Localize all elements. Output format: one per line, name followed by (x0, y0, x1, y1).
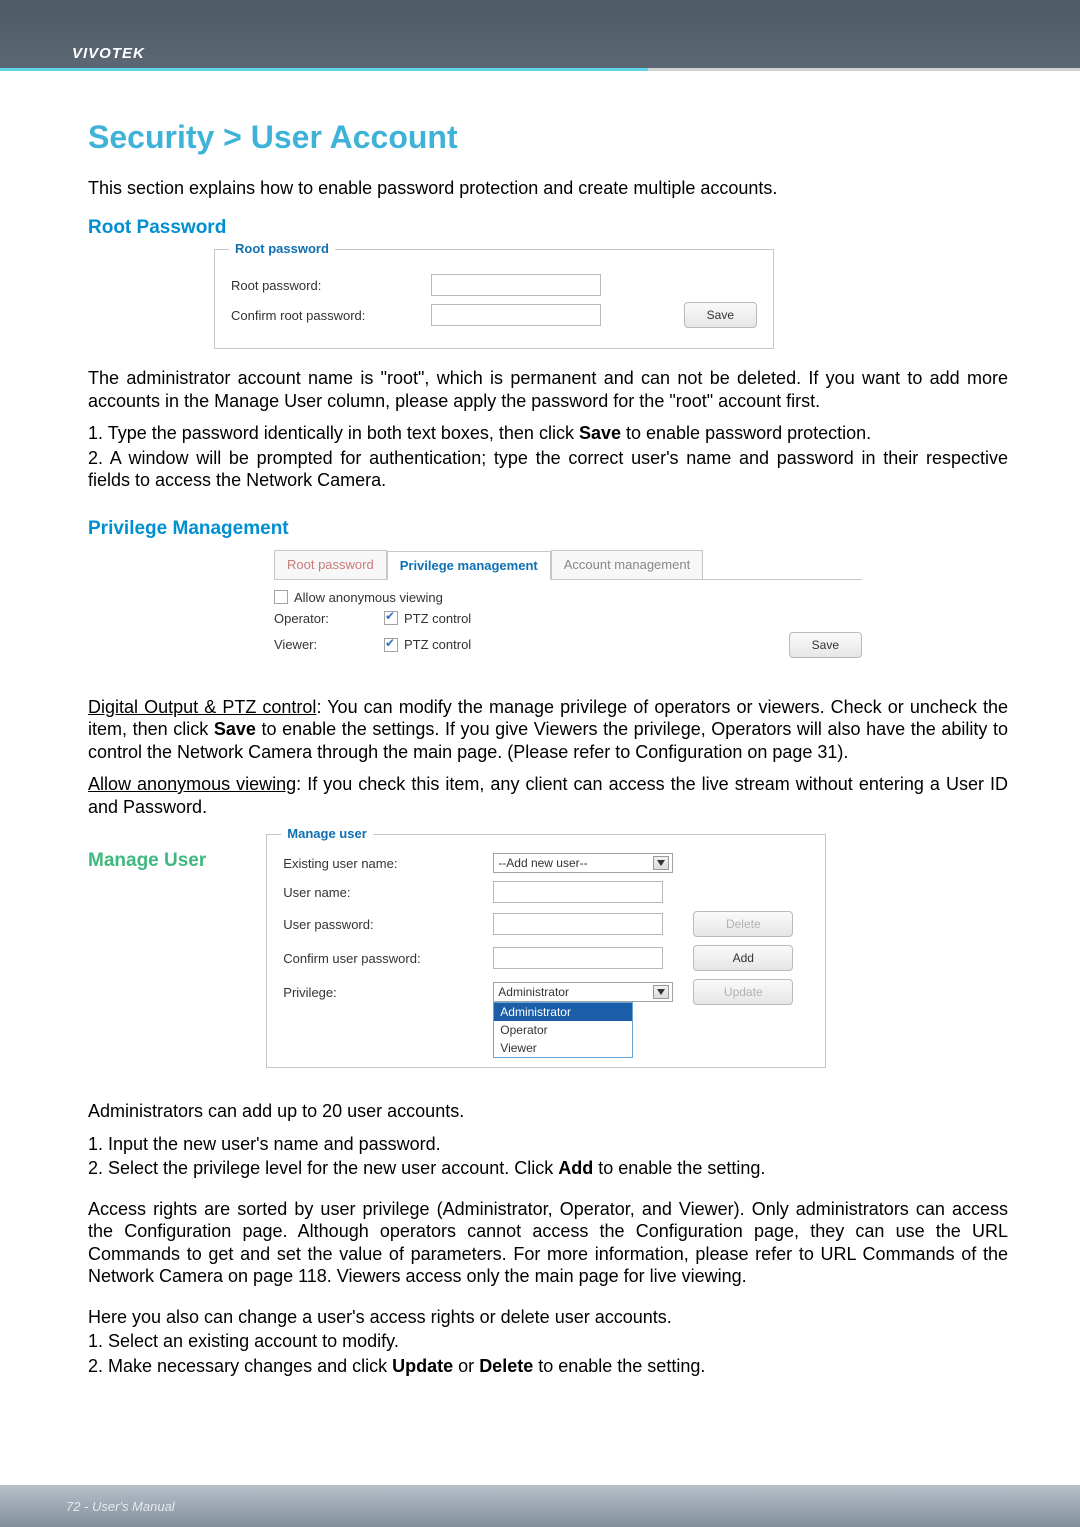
privilege-option-viewer[interactable]: Viewer (494, 1039, 632, 1057)
confirm-root-pw-label: Confirm root password: (231, 308, 431, 323)
operator-ptz-checkbox[interactable] (384, 611, 398, 625)
privilege-selected: Administrator (498, 985, 569, 999)
confirmpw-input[interactable] (493, 947, 663, 969)
chevron-down-icon (653, 856, 669, 870)
privilege-dropdown: Administrator Operator Viewer (493, 1002, 633, 1058)
mu-step4: 2. Make necessary changes and click Upda… (88, 1355, 1008, 1378)
anon-para: Allow anonymous viewing: If you check th… (88, 773, 1008, 818)
privilege-panel: Root password Privilege management Accou… (258, 550, 878, 678)
footer-text: 72 - User's Manual (0, 1485, 1080, 1514)
root-password-legend: Root password (229, 241, 335, 256)
update-button[interactable]: Update (693, 979, 793, 1005)
existing-label: Existing user name: (283, 856, 473, 871)
add-button[interactable]: Add (693, 945, 793, 971)
manage-user-fieldset: Manage user Existing user name: --Add ne… (266, 834, 826, 1068)
root-pw-label: Root password: (231, 278, 431, 293)
viewer-ptz-label: PTZ control (404, 637, 471, 652)
chevron-down-icon (653, 985, 669, 999)
anon-underline: Allow anonymous viewing (88, 774, 296, 794)
username-input[interactable] (493, 881, 663, 903)
page-title: Security > User Account (88, 119, 1008, 156)
allow-anon-checkbox[interactable] (274, 590, 288, 604)
root-password-fieldset: Root password Root password: Confirm roo… (214, 249, 774, 349)
do-ptz-para: Digital Output & PTZ control: You can mo… (88, 696, 1008, 764)
privilege-label: Privilege: (283, 985, 473, 1000)
privilege-option-operator[interactable]: Operator (494, 1021, 632, 1039)
root-save-button[interactable]: Save (684, 302, 757, 328)
mu-step3: 1. Select an existing account to modify. (88, 1330, 1008, 1353)
root-step2: 2. A window will be prompted for authent… (88, 447, 1008, 492)
root-pw-input[interactable] (431, 274, 601, 296)
privilege-select[interactable]: Administrator (493, 982, 673, 1002)
userpw-label: User password: (283, 917, 473, 932)
topbar: VIVOTEK (0, 0, 1080, 68)
mu-step1: 1. Input the new user's name and passwor… (88, 1133, 1008, 1156)
mu-para1: Administrators can add up to 20 user acc… (88, 1100, 1008, 1123)
viewer-label: Viewer: (274, 637, 384, 652)
existing-user-value: --Add new user-- (498, 856, 587, 870)
userpw-input[interactable] (493, 913, 663, 935)
existing-user-select[interactable]: --Add new user-- (493, 853, 673, 873)
viewer-ptz-checkbox[interactable] (384, 638, 398, 652)
confirm-root-pw-input[interactable] (431, 304, 601, 326)
tabs: Root password Privilege management Accou… (274, 550, 862, 580)
confirmpw-label: Confirm user password: (283, 951, 473, 966)
tab-account-mgmt[interactable]: Account management (551, 550, 703, 579)
root-para1: The administrator account name is "root"… (88, 367, 1008, 412)
mu-para3: Here you also can change a user's access… (88, 1306, 1008, 1329)
manage-user-legend: Manage user (281, 826, 372, 841)
mu-para2: Access rights are sorted by user privile… (88, 1198, 1008, 1288)
do-ptz-underline: Digital Output & PTZ control (88, 697, 316, 717)
intro-text: This section explains how to enable pass… (88, 178, 1008, 199)
operator-label: Operator: (274, 611, 384, 626)
allow-anon-label: Allow anonymous viewing (294, 590, 443, 605)
operator-ptz-label: PTZ control (404, 611, 471, 626)
delete-button[interactable]: Delete (693, 911, 793, 937)
privilege-save-button[interactable]: Save (789, 632, 862, 658)
root-step1: 1. Type the password identically in both… (88, 422, 1008, 445)
tab-privilege-mgmt[interactable]: Privilege management (387, 551, 551, 580)
mu-step2: 2. Select the privilege level for the ne… (88, 1157, 1008, 1180)
username-label: User name: (283, 885, 473, 900)
privilege-option-admin[interactable]: Administrator (494, 1003, 632, 1021)
privilege-heading: Privilege Management (88, 518, 1008, 540)
root-password-heading: Root Password (88, 217, 1008, 239)
brand-label: VIVOTEK (72, 45, 145, 62)
manage-user-heading: Manage User (88, 850, 206, 872)
tab-root-password[interactable]: Root password (274, 550, 387, 579)
footer: 72 - User's Manual (0, 1485, 1080, 1527)
